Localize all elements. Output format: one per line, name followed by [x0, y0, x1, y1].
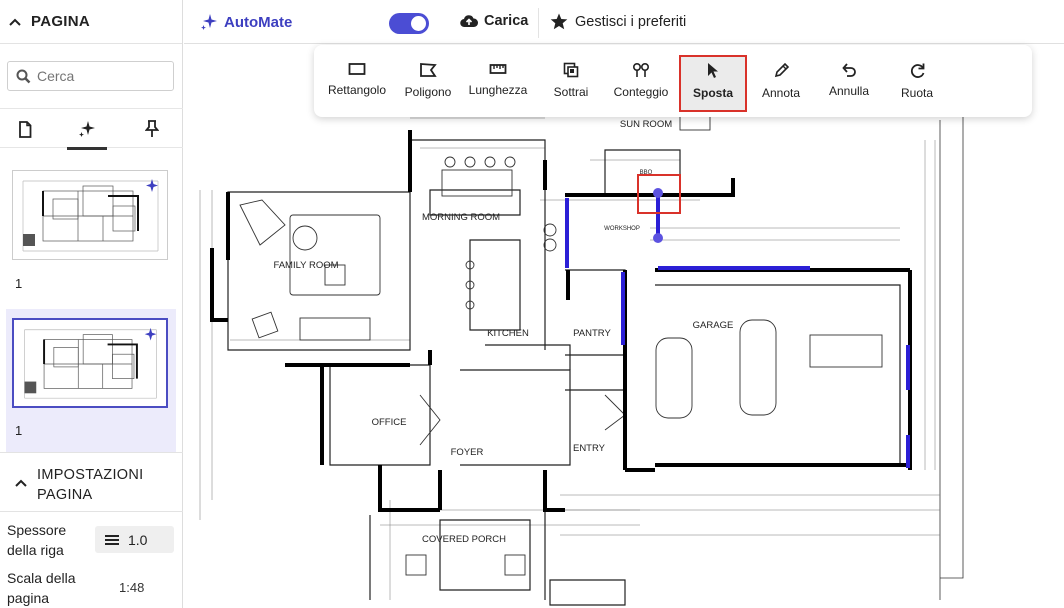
tool-rotate[interactable]: Ruota	[888, 45, 946, 117]
tool-label: Conteggio	[613, 85, 669, 99]
divider	[538, 8, 539, 38]
pen-icon	[774, 62, 789, 78]
tool-subtract[interactable]: Sottrai	[540, 45, 602, 117]
sparkle-icon	[201, 14, 217, 30]
room-label: ENTRY	[573, 443, 606, 454]
chevron-up-icon	[9, 18, 21, 26]
count-icon	[632, 62, 650, 77]
tool-label: Sposta	[692, 86, 733, 100]
tool-annotate[interactable]: Annota	[750, 45, 812, 117]
tool-label: Sottrai	[553, 85, 589, 99]
automate-toggle[interactable]	[389, 13, 429, 34]
favorites-label: Gestisci i preferiti	[575, 13, 687, 30]
room-label: FOYER	[451, 447, 484, 458]
sparkle-icon	[79, 121, 95, 137]
search-field[interactable]	[7, 61, 174, 91]
room-label: MORNING ROOM	[422, 212, 500, 223]
tab-pages[interactable]	[0, 109, 50, 149]
page-settings-title: IMPOSTAZIONI PAGINA	[37, 467, 144, 503]
room-label: PANTRY	[573, 328, 611, 339]
page-scale-label: Scala della pagina	[7, 570, 76, 606]
tool-length[interactable]: Lunghezza	[462, 45, 534, 117]
polygon-icon	[420, 63, 437, 77]
upload-button[interactable]: Carica	[460, 13, 528, 29]
room-label: FAMILY ROOM	[273, 260, 338, 271]
page-scale-value[interactable]: 1:48	[119, 580, 144, 595]
tool-rectangle[interactable]: Rettangolo	[318, 45, 396, 117]
automate-label-group: AutoMate	[200, 13, 292, 31]
undo-icon	[842, 63, 856, 77]
ruler-icon	[489, 64, 507, 74]
tool-label: Annulla	[828, 84, 870, 98]
rectangle-icon	[348, 63, 366, 75]
line-weight-value: 1.0	[128, 531, 148, 548]
top-bar: AutoMate Carica Gestisci i preferiti	[184, 0, 1064, 44]
line-weight-control[interactable]: 1.0	[95, 526, 174, 553]
page-number: 1	[15, 423, 23, 438]
room-label: GARAGE	[693, 320, 734, 331]
floor-plan-thumbnail	[24, 327, 157, 399]
tool-label: Lunghezza	[468, 83, 528, 97]
upload-label: Carica	[484, 13, 529, 29]
room-label: COVERED PORCH	[422, 534, 506, 545]
room-label: OFFICE	[372, 417, 407, 428]
star-icon	[550, 13, 568, 30]
rotate-icon	[910, 63, 924, 78]
page-thumbnail-selected[interactable]	[12, 318, 168, 408]
page-section-header[interactable]: PAGINA	[0, 0, 182, 44]
room-label: KITCHEN	[487, 328, 529, 339]
room-label: WORKSHOP	[604, 226, 640, 232]
tool-label: Poligono	[404, 85, 452, 99]
page-section-title: PAGINA	[31, 13, 91, 30]
measurement-toolbar: Rettangolo Poligono Lunghezza Sottrai Co…	[314, 45, 1032, 117]
page-sidebar: PAGINA 1	[0, 0, 183, 608]
search-input[interactable]	[37, 68, 157, 84]
measurement-handle[interactable]	[653, 233, 663, 243]
tab-automate[interactable]	[62, 109, 112, 150]
tool-label: Annota	[761, 86, 801, 100]
document-icon	[19, 120, 32, 138]
wall-markup[interactable]	[565, 195, 910, 468]
pin-icon	[145, 120, 159, 137]
drawing-canvas[interactable]: SUN ROOM MORNING ROOM FAMILY ROOM KITCHE…	[184, 45, 1064, 608]
sidebar-tabs	[0, 108, 183, 150]
tool-polygon[interactable]: Poligono	[396, 45, 460, 117]
floor-plan-drawing[interactable]: SUN ROOM MORNING ROOM FAMILY ROOM KITCHE…	[184, 45, 1064, 608]
cloud-upload-icon	[460, 15, 478, 28]
tool-label: Ruota	[900, 86, 934, 100]
chevron-up-icon	[15, 479, 27, 487]
manage-favorites-button[interactable]: Gestisci i preferiti	[550, 13, 686, 30]
search-icon	[16, 69, 31, 83]
cursor-icon	[708, 63, 718, 78]
line-weight-label: Spessore della riga	[7, 522, 67, 558]
subtract-icon	[563, 62, 579, 78]
page-number: 1	[15, 276, 23, 291]
line-weight-icon	[105, 534, 119, 545]
tool-undo[interactable]: Annulla	[818, 45, 880, 117]
thumbnail-marker	[24, 381, 37, 394]
tool-label: Rettangolo	[327, 83, 387, 97]
tool-count[interactable]: Conteggio	[606, 45, 676, 117]
selection-highlight	[637, 174, 681, 214]
floor-plan-thumbnail	[22, 179, 159, 252]
automate-label: AutoMate	[224, 13, 293, 31]
tool-move[interactable]: Sposta	[679, 55, 747, 112]
page-settings-header[interactable]: IMPOSTAZIONI PAGINA	[0, 452, 183, 512]
tab-pinned[interactable]	[127, 109, 177, 149]
room-label: SUN ROOM	[620, 119, 672, 130]
thumbnail-marker	[23, 234, 35, 246]
page-thumbnail[interactable]	[12, 170, 168, 260]
